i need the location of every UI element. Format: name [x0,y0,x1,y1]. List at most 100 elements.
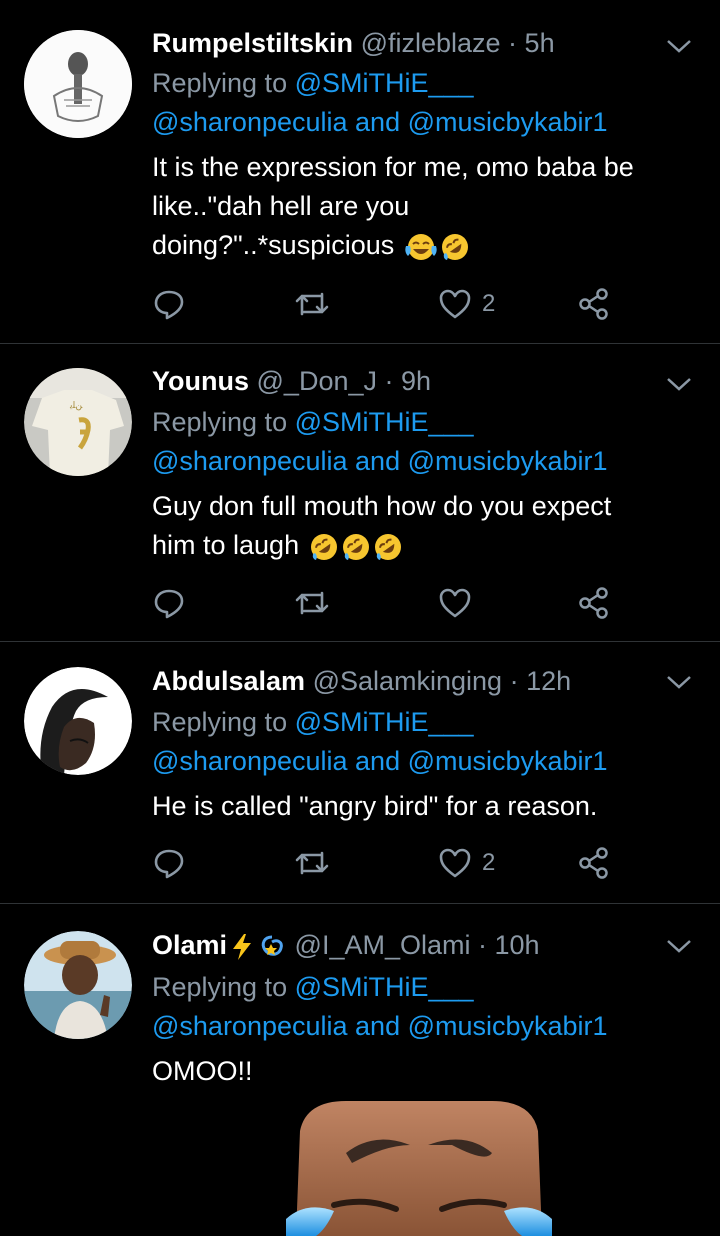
retweet-button[interactable] [294,843,330,883]
mention-link[interactable]: @sharonpeculia [152,746,348,776]
like-button[interactable] [438,583,472,623]
tweet-text-last: him to laugh [152,528,403,562]
dizzy-emoji [261,935,283,956]
and-label: and [347,107,408,137]
mention-link[interactable]: @SMiTHiE___ [295,68,474,98]
tweet-text-line: like.."dah hell are you [152,191,410,221]
tweet-divider [0,343,720,344]
reply-icon [154,589,184,619]
tweet-abdulsalam[interactable]: Abdulsalam @Salamkinging · 12h Replying … [0,662,720,902]
heart-icon [439,848,471,878]
rolling-laughing-emoji [441,233,468,260]
mention-link[interactable]: @musicbykabir1 [408,746,608,776]
share-button[interactable] [578,284,610,324]
chevron-down-icon[interactable] [664,672,694,692]
like-button[interactable]: 2 [438,843,495,883]
share-button[interactable] [578,583,610,623]
rolling-laughing-emoji [342,533,369,560]
tweet-header: Rumpelstiltskin @fizleblaze · 5h [152,26,555,60]
tears-of-joy-emoji [405,233,437,260]
lightning-emoji [233,933,252,960]
rolling-laughing-emoji [374,533,401,560]
tweet-text-line: Guy don full mouth how do you expect [152,491,612,521]
tweet-actions [152,583,632,623]
like-button[interactable]: 2 [438,284,495,324]
user-handle[interactable]: @_Don_J [257,366,377,396]
chevron-down-icon[interactable] [664,936,694,956]
tweet-text-line: It is the expression for me, omo baba be [152,152,634,182]
user-handle[interactable]: @fizleblaze [361,28,501,58]
timestamp[interactable]: 10h [495,930,540,960]
replying-to-label: Replying to [152,68,295,98]
tweet-rumpelstiltskin[interactable]: Rumpelstiltskin @fizleblaze · 5h Replyin… [0,24,720,342]
retweet-icon [295,591,329,615]
tweet-text-last: doing?"..*suspicious [152,228,470,262]
tweet-actions: 2 [152,284,632,324]
display-name[interactable]: Rumpelstiltskin [152,28,353,58]
retweet-icon [295,292,329,316]
reply-context: Replying to @SMiTHiE___ [152,705,474,739]
rolling-laughing-emoji [310,533,337,560]
reply-button[interactable] [152,843,186,883]
display-name[interactable]: Younus [152,366,249,396]
tweet-header: Olami @I_AM_Olami · 10h [152,928,540,962]
and-label: and [347,1011,408,1041]
separator-dot: · [500,28,525,58]
tweet-divider [0,903,720,904]
heart-icon [439,588,471,618]
mention-link[interactable]: @musicbykabir1 [408,107,608,137]
chevron-down-icon[interactable] [664,374,694,394]
display-name[interactable]: Olami [152,930,227,960]
tweet-media[interactable] [286,1101,552,1236]
mention-link[interactable]: @musicbykabir1 [408,446,608,476]
share-icon [579,587,608,619]
separator-dot: · [377,366,401,396]
display-name[interactable]: Abdulsalam [152,666,305,696]
avatar[interactable] [24,30,132,138]
mention-link[interactable]: @SMiTHiE___ [295,707,474,737]
retweet-button[interactable] [294,583,330,623]
share-icon [579,288,608,320]
reply-context: Replying to @SMiTHiE___ [152,405,474,439]
reply-button[interactable] [152,583,186,623]
timestamp[interactable]: 12h [526,666,571,696]
tweet-header: Abdulsalam @Salamkinging · 12h [152,664,571,698]
crying-laughing-face-image [286,1101,552,1236]
share-button[interactable] [578,843,610,883]
svg-text:ﻦﻠﻳ: ﻦﻠﻳ [69,401,82,411]
tweet-younus[interactable]: ﻦﻠﻳ Younus @_Don_J · 9h Replying to @SMi… [0,362,720,640]
reply-icon [154,290,184,320]
reply-mentions: @sharonpeculia and @musicbykabir1 [152,105,608,139]
heart-icon [439,289,471,319]
mention-link[interactable]: @sharonpeculia [152,107,348,137]
avatar[interactable] [24,931,132,1039]
reply-context: Replying to @SMiTHiE___ [152,66,474,100]
mention-link[interactable]: @sharonpeculia [152,1011,348,1041]
timestamp[interactable]: 5h [525,28,555,58]
reply-button[interactable] [152,284,186,324]
reply-icon [154,849,184,879]
and-label: and [347,746,408,776]
mention-link[interactable]: @musicbykabir1 [408,1011,608,1041]
replying-to-label: Replying to [152,972,295,1002]
like-count: 2 [482,849,496,876]
tweet-divider [0,641,720,642]
user-handle[interactable]: @Salamkinging [313,666,503,696]
like-count: 2 [482,290,496,317]
tweet-text-line: him to laugh [152,530,300,560]
chevron-down-icon[interactable] [664,36,694,56]
reply-mentions: @sharonpeculia and @musicbykabir1 [152,444,608,478]
mention-link[interactable]: @SMiTHiE___ [295,972,474,1002]
retweet-icon [295,851,329,875]
replying-to-label: Replying to [152,707,295,737]
avatar[interactable] [24,667,132,775]
reply-mentions: @sharonpeculia and @musicbykabir1 [152,744,608,778]
mention-link[interactable]: @SMiTHiE___ [295,407,474,437]
retweet-button[interactable] [294,284,330,324]
timestamp[interactable]: 9h [401,366,431,396]
user-handle[interactable]: @I_AM_Olami [295,930,471,960]
mention-link[interactable]: @sharonpeculia [152,446,348,476]
separator-dot: · [470,930,495,960]
tweet-olami[interactable]: Olami @I_AM_Olami · 10h Replying to @SMi… [0,926,720,1236]
avatar[interactable]: ﻦﻠﻳ [24,368,132,476]
